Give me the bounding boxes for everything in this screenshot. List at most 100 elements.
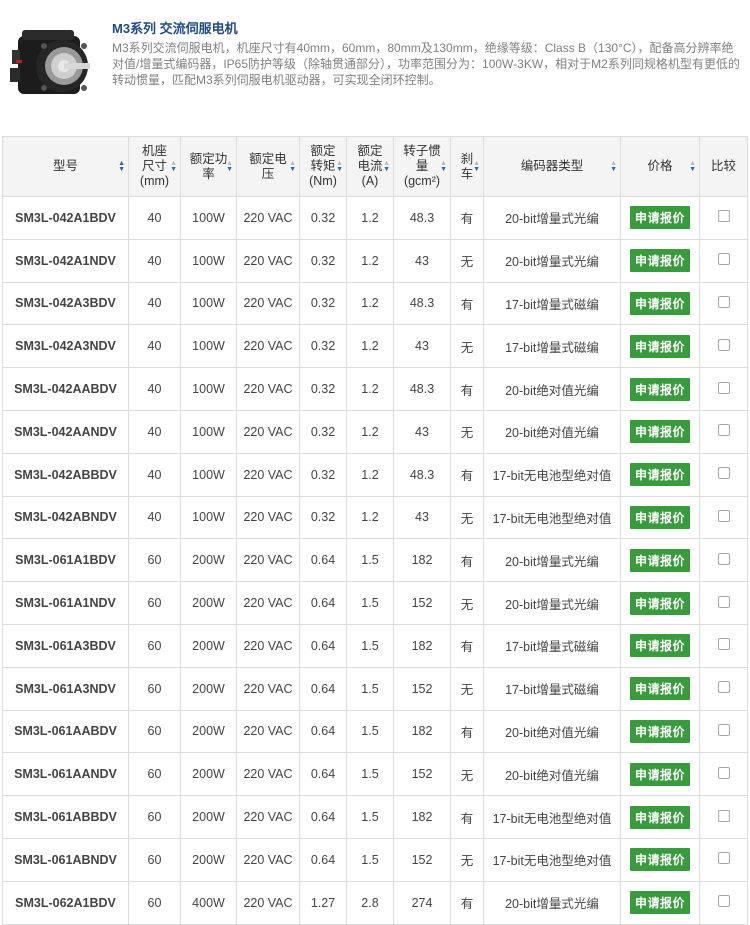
cell-price: 申请报价 bbox=[620, 281, 700, 326]
cell-price: 申请报价 bbox=[620, 495, 700, 540]
cell-price: 申请报价 bbox=[620, 538, 700, 583]
compare-checkbox[interactable] bbox=[717, 681, 730, 694]
column-header-rated-voltage[interactable]: 额定电压 ▲ ▼ bbox=[236, 136, 300, 197]
compare-checkbox[interactable] bbox=[717, 809, 730, 822]
cell-model[interactable]: SM3L-061ABNDV bbox=[2, 837, 129, 882]
sort-arrows-icon[interactable]: ▲ ▼ bbox=[170, 160, 177, 173]
column-header-rotor-inertia[interactable]: 转子惯量 (gcm²) ▲ ▼ bbox=[393, 136, 451, 197]
compare-checkbox[interactable] bbox=[717, 467, 730, 480]
cell-model[interactable]: SM3L-042AABDV bbox=[2, 367, 129, 411]
request-quote-button[interactable]: 申请报价 bbox=[629, 334, 690, 358]
request-quote-button[interactable]: 申请报价 bbox=[629, 762, 690, 786]
request-quote-button[interactable]: 申请报价 bbox=[629, 505, 690, 529]
cell-encoder-type: 20-bit增量式光编 bbox=[483, 196, 621, 240]
compare-checkbox[interactable] bbox=[717, 381, 730, 394]
compare-checkbox[interactable] bbox=[717, 895, 730, 908]
column-header-encoder-type[interactable]: 编码器类型 ▲ ▼ bbox=[483, 136, 621, 197]
cell-rated-voltage: 220 VAC bbox=[236, 495, 300, 540]
request-quote-button[interactable]: 申请报价 bbox=[629, 677, 690, 701]
cell-brake: 有 bbox=[450, 880, 484, 925]
compare-checkbox[interactable] bbox=[717, 723, 730, 736]
request-quote-button[interactable]: 申请报价 bbox=[629, 291, 690, 315]
cell-rated-voltage: 220 VAC bbox=[236, 196, 300, 240]
column-header-model[interactable]: 型号 ▲ ▼ bbox=[2, 136, 129, 197]
sort-arrows-icon[interactable]: ▲ ▼ bbox=[289, 160, 296, 173]
cell-compare bbox=[699, 623, 748, 668]
request-quote-button[interactable]: 申请报价 bbox=[629, 377, 690, 401]
cell-compare bbox=[699, 880, 748, 925]
compare-checkbox[interactable] bbox=[717, 595, 730, 608]
sort-arrows-icon[interactable]: ▲ ▼ bbox=[336, 160, 343, 173]
cell-rated-power: 100W bbox=[180, 281, 237, 326]
sort-arrows-icon[interactable]: ▲ ▼ bbox=[610, 160, 617, 173]
cell-rated-current: 1.5 bbox=[346, 795, 394, 839]
cell-model[interactable]: SM3L-042A1BDV bbox=[2, 196, 129, 240]
cell-model[interactable]: SM3L-042A3NDV bbox=[2, 324, 129, 369]
cell-encoder-type: 20-bit增量式光编 bbox=[483, 581, 621, 625]
column-header-line: 额定 bbox=[357, 144, 383, 158]
cell-rated-power: 200W bbox=[180, 752, 237, 797]
cell-model[interactable]: SM3L-042ABNDV bbox=[2, 495, 129, 540]
compare-checkbox[interactable] bbox=[717, 295, 730, 308]
column-header-label: 型号 bbox=[53, 159, 78, 173]
cell-rated-power: 200W bbox=[180, 795, 237, 839]
compare-checkbox[interactable] bbox=[717, 766, 730, 779]
cell-encoder-type: 20-bit绝对值光编 bbox=[483, 709, 621, 754]
compare-checkbox[interactable] bbox=[717, 552, 730, 565]
sort-arrows-icon[interactable]: ▲ ▼ bbox=[440, 160, 447, 173]
cell-model[interactable]: SM3L-042AANDV bbox=[2, 409, 129, 454]
product-title: M3系列 交流伺服电机 bbox=[112, 21, 238, 36]
cell-rated-current: 1.2 bbox=[346, 495, 394, 540]
sort-arrows-icon[interactable]: ▲ ▼ bbox=[383, 160, 390, 173]
request-quote-button[interactable]: 申请报价 bbox=[629, 719, 690, 743]
cell-rated-current: 1.5 bbox=[346, 752, 394, 797]
request-quote-button[interactable]: 申请报价 bbox=[629, 805, 690, 829]
request-quote-button[interactable]: 申请报价 bbox=[629, 548, 690, 572]
column-header-rated-current[interactable]: 额定 电流 (A) ▲ ▼ bbox=[346, 136, 394, 197]
column-header-frame-size[interactable]: 机座 尺寸 (mm) ▲ ▼ bbox=[128, 136, 181, 197]
column-header-line: 量 bbox=[415, 159, 429, 173]
cell-model[interactable]: SM3L-042A3BDV bbox=[2, 281, 129, 326]
request-quote-button[interactable]: 申请报价 bbox=[629, 634, 690, 658]
cell-model[interactable]: SM3L-042A1NDV bbox=[2, 238, 129, 283]
column-header-rated-torque[interactable]: 额定 转矩 (Nm) ▲ ▼ bbox=[299, 136, 347, 197]
compare-checkbox[interactable] bbox=[717, 253, 730, 266]
sort-arrows-icon[interactable]: ▲ ▼ bbox=[473, 160, 480, 173]
sort-arrows-icon[interactable]: ▲ ▼ bbox=[226, 160, 233, 173]
cell-model[interactable]: SM3L-042ABBDV bbox=[2, 452, 129, 497]
compare-checkbox[interactable] bbox=[717, 210, 730, 223]
request-quote-button[interactable]: 申请报价 bbox=[629, 420, 690, 444]
cell-model[interactable]: SM3L-062A1BDV bbox=[2, 880, 129, 925]
cell-rated-power: 200W bbox=[180, 709, 237, 754]
compare-checkbox[interactable] bbox=[717, 338, 730, 351]
cell-model[interactable]: SM3L-061AANDV bbox=[2, 752, 129, 797]
cell-model[interactable]: SM3L-061A3BDV bbox=[2, 623, 129, 668]
request-quote-button[interactable]: 申请报价 bbox=[629, 463, 690, 487]
request-quote-button[interactable]: 申请报价 bbox=[629, 591, 690, 615]
column-header-brake[interactable]: 刹车 ▲ ▼ bbox=[450, 136, 484, 197]
cell-compare bbox=[699, 324, 748, 369]
request-quote-button[interactable]: 申请报价 bbox=[629, 249, 690, 273]
column-header-rated-power[interactable]: 额定功率 ▲ ▼ bbox=[180, 136, 237, 197]
sort-arrows-icon[interactable]: ▲ ▼ bbox=[689, 160, 696, 173]
cell-price: 申请报价 bbox=[620, 196, 700, 240]
sort-arrows-icon[interactable]: ▲ ▼ bbox=[118, 160, 125, 173]
cell-rated-voltage: 220 VAC bbox=[236, 409, 300, 454]
cell-model[interactable]: SM3L-061AABDV bbox=[2, 709, 129, 754]
compare-checkbox[interactable] bbox=[717, 424, 730, 437]
cell-encoder-type: 20-bit增量式光编 bbox=[483, 880, 621, 925]
compare-checkbox[interactable] bbox=[717, 638, 730, 651]
request-quote-button[interactable]: 申请报价 bbox=[629, 891, 690, 915]
column-header-line: 电流 bbox=[357, 159, 383, 173]
cell-encoder-type: 17-bit无电池型绝对值 bbox=[483, 495, 621, 540]
cell-model[interactable]: SM3L-061A1NDV bbox=[2, 581, 129, 625]
cell-model[interactable]: SM3L-061A3NDV bbox=[2, 666, 129, 711]
cell-rated-torque: 0.32 bbox=[299, 367, 347, 411]
compare-checkbox[interactable] bbox=[717, 852, 730, 865]
cell-rated-current: 1.5 bbox=[346, 666, 394, 711]
compare-checkbox[interactable] bbox=[717, 509, 730, 522]
request-quote-button[interactable]: 申请报价 bbox=[629, 848, 690, 872]
cell-model[interactable]: SM3L-061A1BDV bbox=[2, 538, 129, 583]
cell-model[interactable]: SM3L-061ABBDV bbox=[2, 795, 129, 839]
request-quote-button[interactable]: 申请报价 bbox=[629, 206, 690, 230]
